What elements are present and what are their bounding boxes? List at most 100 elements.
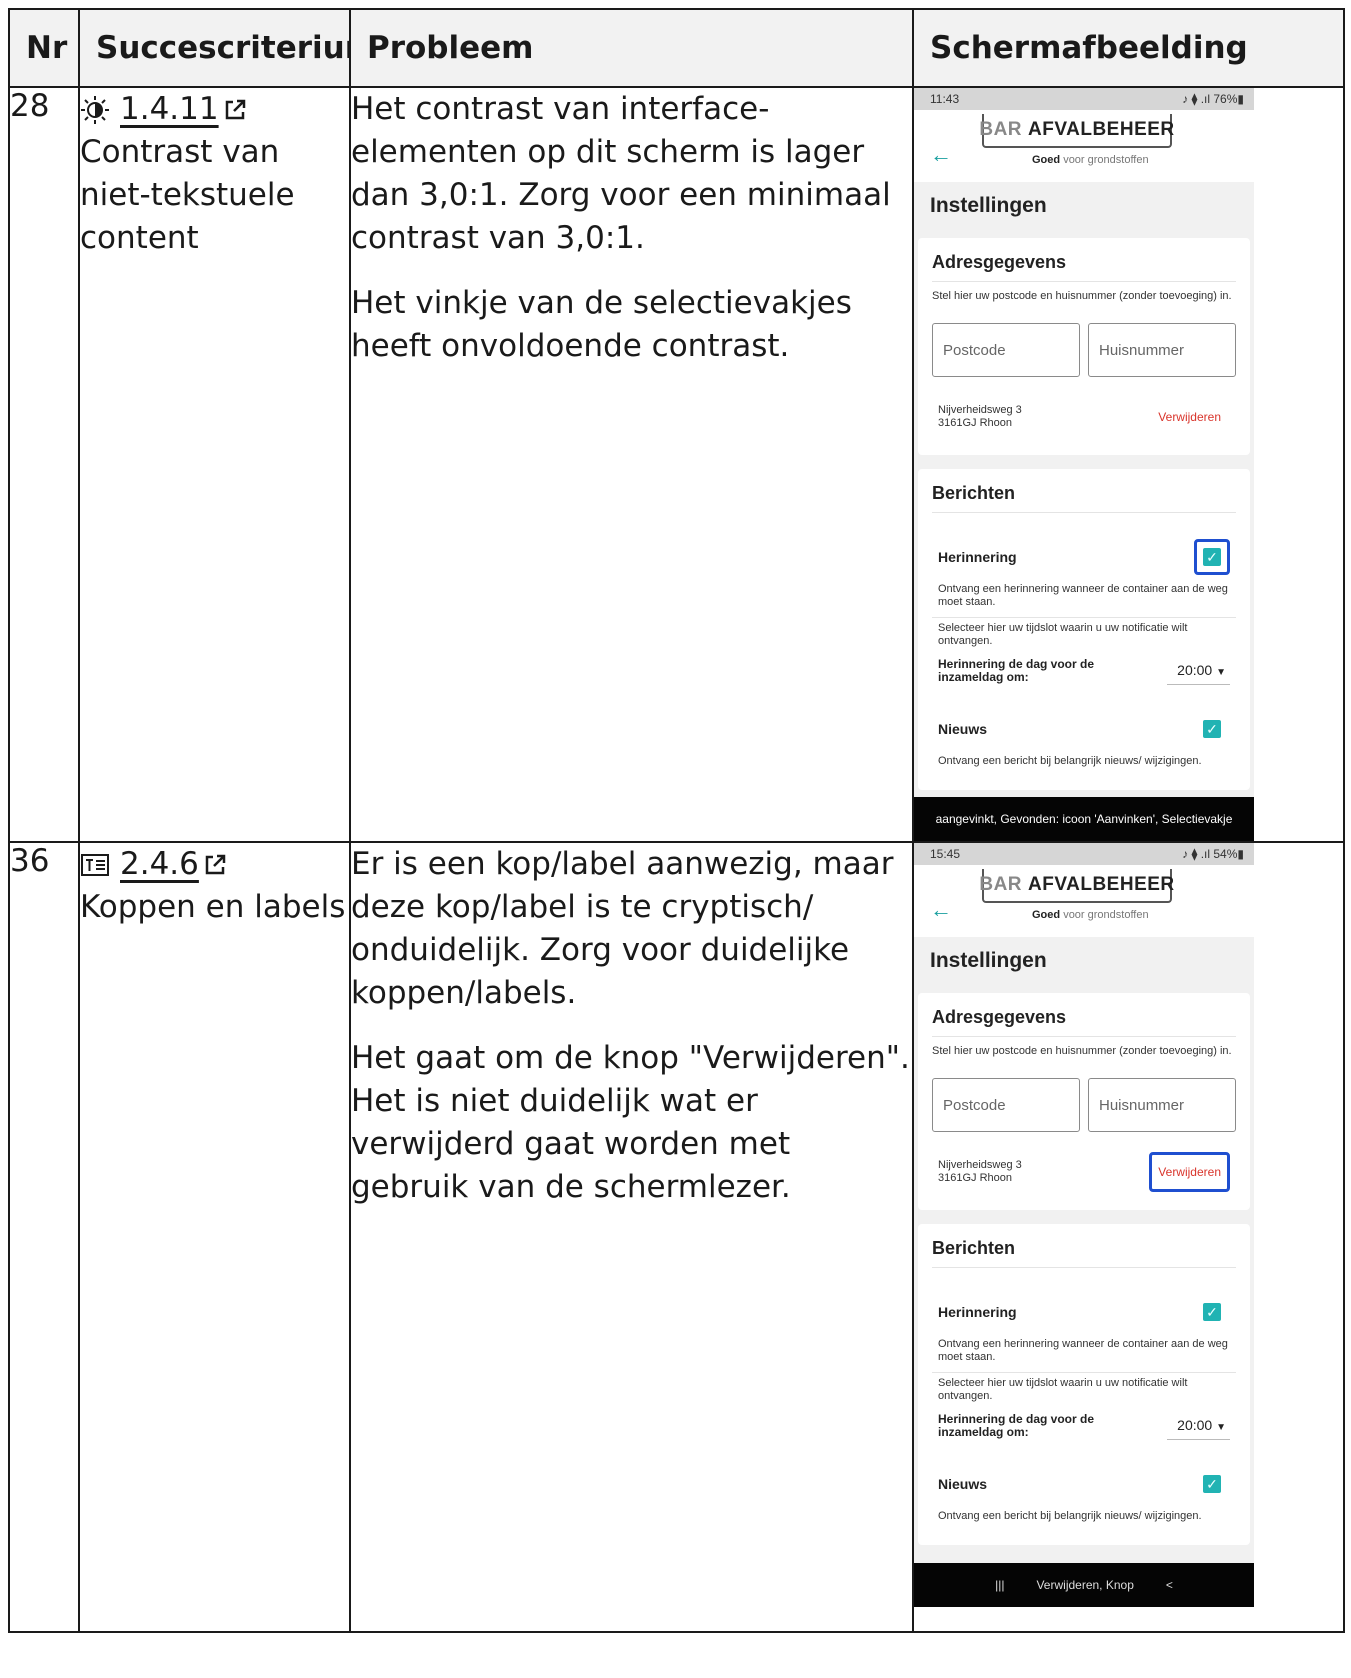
time-label: Herinnering de dag voor de inzameldag om… [938,1411,1095,1439]
tagline-bold: Goed [1032,909,1061,921]
criterium-name: Koppen en labels [80,889,346,925]
criterium-cell: 1.4.11 Contrast van niet-tekstuele conte… [78,86,351,843]
back-arrow-icon[interactable]: ← [930,142,952,168]
app-logo: BAR AFVALBEHEER [979,869,1175,903]
external-link-icon [205,854,226,874]
postcode-field[interactable]: Postcode [932,1078,1080,1132]
logo-bar: BAR [979,119,1023,140]
tagline-bold: Goed [1032,154,1061,166]
address-line1: Nijverheidsweg 3 [938,1159,1022,1171]
problem-cell: Het contrast van interface-elementen op … [349,86,914,843]
problem-text: Het contrast van interface-elementen op … [351,91,891,256]
news-checkbox[interactable]: ✓ [1194,1466,1230,1502]
criterium-link[interactable]: 2.4.6 [120,843,227,886]
logo-name: AFVALBEHEER [1028,119,1175,140]
address-line2: 3161GJ Rhoon [938,1172,1012,1184]
huisnummer-field[interactable]: Huisnummer [1088,323,1236,377]
address-text: Nijverheidsweg 3 3161GJ Rhoon [938,404,1022,430]
status-time: 11:43 [930,92,960,106]
tagline-rest: voor grondstoffen [1063,154,1149,166]
address-help: Stel hier uw postcode en huisnummer (zon… [932,290,1232,302]
status-bar: 11:43 ♪ ⧫ .ıl 76%▮ [914,88,1254,110]
app-logo: BAR AFVALBEHEER [979,114,1175,148]
time-value: 20:00 [1177,1417,1213,1433]
table-row: 28 1.4.11 Contrast van niet-tekstuele co… [8,86,1345,843]
news-title: Nieuws [938,1476,988,1492]
tagline-rest: voor grondstoffen [1063,909,1149,921]
criterium-code: 1.4.11 [120,91,219,127]
time-select[interactable]: 20:00 ▼ [1167,1411,1230,1440]
messages-card: Berichten Herinnering ✓ Ontvang een heri… [918,1224,1250,1545]
table-row: 36 2.4.6 Koppen en labels Er is een kop/… [8,841,1345,1633]
remove-button[interactable]: Verwijderen [1149,397,1230,437]
status-icons: ♪ ⧫ .ıl 76%▮ [1182,92,1244,106]
time-select[interactable]: 20:00 ▼ [1167,656,1230,685]
time-value: 20:00 [1177,662,1213,678]
checkbox-check-icon: ✓ [1203,720,1221,738]
problem-text: Er is een kop/label aanwezig, maar deze … [351,846,894,1011]
app-bar: ← BAR AFVALBEHEER Goed voor grondstoffen [914,865,1254,937]
huisnummer-field[interactable]: Huisnummer [1088,1078,1236,1132]
dropdown-icon: ▼ [1216,1422,1226,1433]
reminder-checkbox[interactable]: ✓ [1194,539,1230,575]
headings-icon [81,853,109,876]
criterium-code: 2.4.6 [120,846,199,882]
talkback-overlay: Verwijderen, Knop [1036,1578,1134,1592]
criterium-name: Contrast van niet-tekstuele content [80,134,295,256]
reminder-title: Herinnering [938,1304,1017,1320]
header-probleem: Probleem [349,8,914,88]
row-number: 36 [8,841,80,1633]
news-checkbox[interactable]: ✓ [1194,711,1230,747]
timeslot-help: Selecteer hier uw tijdslot waarin u uw n… [938,1377,1188,1402]
checkbox-check-icon: ✓ [1203,1303,1221,1321]
address-card: Adresgegevens Stel hier uw postcode en h… [918,238,1250,455]
reminder-title: Herinnering [938,549,1017,565]
recent-apps-icon[interactable]: ||| [995,1578,1004,1592]
postcode-field[interactable]: Postcode [932,323,1080,377]
address-heading: Adresgegevens [932,1007,1236,1037]
address-help: Stel hier uw postcode en huisnummer (zon… [932,1045,1232,1057]
android-navbar: ||| Verwijderen, Knop < [914,1563,1254,1607]
address-line1: Nijverheidsweg 3 [938,404,1022,416]
external-link-icon [225,99,245,119]
news-desc: Ontvang een bericht bij belangrijk nieuw… [938,755,1202,767]
dropdown-icon: ▼ [1216,667,1226,678]
messages-heading: Berichten [932,483,1236,513]
screenshot-cell: 15:45 ♪ ⧫ .ıl 54%▮ ← BAR AFVALBEHEER Goe… [912,841,1345,1633]
problem-detail: Het gaat om de knop "Verwijderen". Het i… [351,1040,910,1205]
row-number: 28 [8,86,80,843]
status-bar: 15:45 ♪ ⧫ .ıl 54%▮ [914,843,1254,865]
address-heading: Adresgegevens [932,252,1236,282]
criterium-link[interactable]: 1.4.11 [120,88,247,131]
reminder-checkbox[interactable]: ✓ [1194,1294,1230,1330]
nav-back-icon[interactable]: < [1166,1578,1173,1592]
screenshot-cell: 11:43 ♪ ⧫ .ıl 76%▮ ← BAR AFVALBEHEER Goe… [912,86,1345,843]
status-icons: ♪ ⧫ .ıl 54%▮ [1182,847,1244,861]
logo-bar: BAR [979,874,1023,895]
checkbox-check-icon: ✓ [1203,1475,1221,1493]
app-bar: ← BAR AFVALBEHEER Goed voor grondstoffen [914,110,1254,182]
contrast-icon [81,95,109,124]
checkbox-check-icon: ✓ [1203,548,1221,566]
messages-heading: Berichten [932,1238,1236,1268]
header-nr: Nr [8,8,80,88]
address-text: Nijverheidsweg 3 3161GJ Rhoon [938,1159,1022,1185]
reminder-desc: Ontvang een herinnering wanneer de conta… [932,579,1236,618]
audit-table: Nr Succescriterium Probleem Schermafbeel… [8,8,1345,1633]
timeslot-help: Selecteer hier uw tijdslot waarin u uw n… [938,622,1188,647]
phone-screenshot: 11:43 ♪ ⧫ .ıl 76%▮ ← BAR AFVALBEHEER Goe… [914,88,1254,841]
reminder-desc: Ontvang een herinnering wanneer de conta… [932,1334,1236,1373]
back-arrow-icon[interactable]: ← [930,897,952,923]
header-criterium: Succescriterium [78,8,351,88]
page-title: Instellingen [914,182,1254,238]
header-row: Nr Succescriterium Probleem Schermafbeel… [8,8,1345,88]
page-title: Instellingen [914,937,1254,993]
status-time: 15:45 [930,847,961,861]
remove-button[interactable]: Verwijderen [1149,1152,1230,1192]
criterium-cell: 2.4.6 Koppen en labels [78,841,351,1633]
talkback-overlay: aangevinkt, Gevonden: icoon 'Aanvinken',… [914,797,1254,841]
news-desc: Ontvang een bericht bij belangrijk nieuw… [938,1510,1202,1522]
time-label: Herinnering de dag voor de inzameldag om… [938,656,1095,684]
logo-name: AFVALBEHEER [1028,874,1175,895]
problem-cell: Er is een kop/label aanwezig, maar deze … [349,841,914,1633]
